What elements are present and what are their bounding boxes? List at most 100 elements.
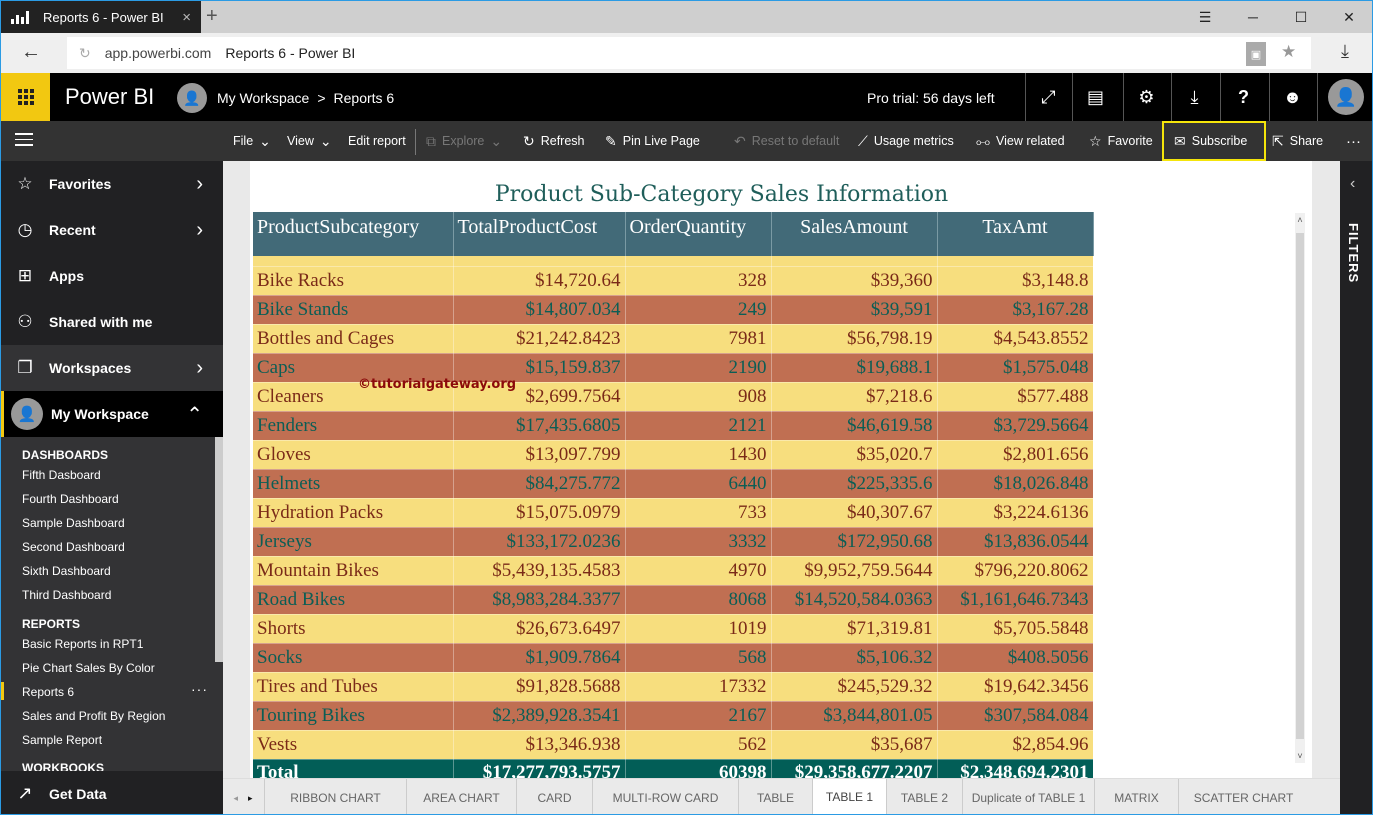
column-header[interactable]: TotalProductCost xyxy=(453,212,626,256)
report-item[interactable]: Sales and Profit By Region xyxy=(22,709,165,723)
table-row[interactable]: Bike Stands $14,807.034 249 $39,591 $3,167.2… xyxy=(253,295,1094,325)
next-page-icon[interactable]: ▸ xyxy=(248,793,253,804)
share-button[interactable]: ⇱ Share xyxy=(1272,121,1323,161)
breadcrumb-reports-6[interactable]: Reports 6 xyxy=(334,90,395,106)
lock-icon[interactable]: ▣ xyxy=(1246,42,1266,66)
page-tab[interactable]: TABLE 2 xyxy=(886,779,962,814)
table-row[interactable]: Bottles and Cages $21,242.8423 7981 $56,798… xyxy=(253,324,1094,354)
page-tab[interactable]: MATRIX xyxy=(1094,779,1178,814)
subscribe-button[interactable]: ✉ Subscribe xyxy=(1162,121,1266,161)
table-row[interactable]: Hydration Packs $15,075.0979 733 $40,307.67… xyxy=(253,498,1094,528)
usage-metrics-button[interactable]: ⟋ Usage metrics xyxy=(858,121,954,161)
maximize-icon[interactable]: ☐ xyxy=(1278,1,1324,33)
dashboard-item[interactable]: Second Dashboard xyxy=(22,540,125,554)
page-tab[interactable]: AREA CHART xyxy=(406,779,516,814)
app-launcher-waffle-icon[interactable] xyxy=(1,73,50,121)
close-window-icon[interactable]: ✕ xyxy=(1326,1,1372,33)
browser-download-icon[interactable]: ⤓ xyxy=(1341,41,1349,62)
view-related-button[interactable]: ⧟ View related xyxy=(976,121,1065,161)
chevron-left-icon[interactable]: ‹ xyxy=(1350,175,1355,193)
file-menu-button[interactable]: File ⌄ xyxy=(233,121,271,161)
report-item[interactable]: Basic Reports in RPT1 xyxy=(22,637,143,651)
feedback-smiley-icon[interactable]: ☻ xyxy=(1269,73,1315,121)
download-icon[interactable]: ⤓ xyxy=(1171,73,1217,121)
table-row[interactable]: Fenders $17,435.6805 2121 $46,619.58 $3,729.… xyxy=(253,411,1094,441)
help-icon[interactable]: ? xyxy=(1220,73,1266,121)
breadcrumb-my-workspace[interactable]: My Workspace xyxy=(217,90,309,106)
sidebar-item-shared-with-me[interactable]: ⚇ Shared with me xyxy=(1,299,223,345)
dashboard-item[interactable]: Fourth Dashboard xyxy=(22,492,119,506)
report-item[interactable]: Pie Chart Sales By Color xyxy=(22,661,155,675)
table-scrollbar[interactable]: ˄ ˅ xyxy=(1295,213,1305,763)
report-item-active[interactable]: Reports 6 xyxy=(1,682,74,700)
settings-icon[interactable]: ⚙ xyxy=(1123,73,1169,121)
brand-logo-text[interactable]: Power BI xyxy=(65,84,154,110)
page-tab[interactable]: SCATTER CHART xyxy=(1178,779,1308,814)
favorite-button[interactable]: ☆ Favorite xyxy=(1089,121,1153,161)
favorite-star-icon[interactable]: ★ xyxy=(1281,42,1296,62)
report-item[interactable]: Sample Report xyxy=(22,733,102,747)
browser-menu-icon[interactable]: ☰ xyxy=(1182,1,1228,33)
sidebar-item-label: Shared with me xyxy=(49,314,153,330)
table-row[interactable]: Socks $1,909.7864 568 $5,106.32 $408.5056 xyxy=(253,643,1094,673)
browser-tab[interactable]: Reports 6 - Power BI × xyxy=(1,1,201,33)
previous-page-icon[interactable]: ◂ xyxy=(233,793,238,804)
filters-pane[interactable]: ‹ FILTERS xyxy=(1340,161,1372,814)
column-header[interactable]: ProductSubcategory xyxy=(253,212,454,256)
report-more-options-icon[interactable]: ··· xyxy=(191,681,208,697)
table-row[interactable]: Tires and Tubes $91,828.5688 17332 $245,529… xyxy=(253,672,1094,702)
refresh-button[interactable]: ↻ Refresh xyxy=(523,121,585,161)
dashboard-item[interactable]: Sample Dashboard xyxy=(22,516,125,530)
nav-pane-toggle-hamburger-icon[interactable] xyxy=(15,133,33,150)
table-cell-salesamount: $35,687 xyxy=(771,730,938,760)
reload-icon[interactable]: ↻ xyxy=(79,45,91,62)
user-avatar[interactable]: 👤 xyxy=(1328,79,1364,115)
page-tab[interactable]: TABLE xyxy=(738,779,812,814)
explore-button[interactable]: ⧉ Explore ⌄ xyxy=(426,121,502,161)
scroll-down-icon[interactable]: ˅ xyxy=(1295,751,1305,761)
pin-live-page-button[interactable]: ✎ Pin Live Page xyxy=(605,121,700,161)
dashboard-item[interactable]: Third Dashboard xyxy=(22,588,111,602)
table-row[interactable]: Vests $13,346.938 562 $35,687 $2,854.96 xyxy=(253,730,1094,760)
sidebar-item-my-workspace[interactable]: 👤 My Workspace ⌃ xyxy=(1,391,223,437)
sidebar-item-apps[interactable]: ⊞ Apps xyxy=(1,253,223,299)
new-tab-icon[interactable]: + xyxy=(206,5,218,28)
table-row[interactable]: Touring Bikes $2,389,928.3541 2167 $3,844,8… xyxy=(253,701,1094,731)
close-tab-icon[interactable]: × xyxy=(182,9,191,26)
edit-report-button[interactable]: Edit report xyxy=(348,121,406,161)
table-row[interactable]: Road Bikes $8,983,284.3377 8068 $14,520,584… xyxy=(253,585,1094,615)
table-row[interactable]: Jerseys $133,172.0236 3332 $172,950.68 $13,8… xyxy=(253,527,1094,557)
column-header[interactable]: SalesAmount xyxy=(771,212,938,256)
dashboard-item[interactable]: Sixth Dashboard xyxy=(22,564,111,578)
table-row[interactable]: Gloves $13,097.799 1430 $35,020.7 $2,801.656 xyxy=(253,440,1094,470)
scroll-up-icon[interactable]: ˄ xyxy=(1295,215,1305,225)
page-tab[interactable]: RIBBON CHART xyxy=(264,779,406,814)
comment-icon[interactable]: ▤ xyxy=(1072,73,1118,121)
page-tab[interactable]: MULTI-ROW CARD xyxy=(592,779,738,814)
page-tab[interactable]: Duplicate of TABLE 1 xyxy=(962,779,1094,814)
more-options-icon[interactable]: ··· xyxy=(1346,121,1361,161)
page-tab[interactable]: CARD xyxy=(516,779,592,814)
sidebar-scrollbar[interactable] xyxy=(215,437,223,662)
pro-trial-status[interactable]: Pro trial: 56 days left xyxy=(867,90,995,106)
fullscreen-icon[interactable]: ⤢ xyxy=(1025,73,1071,121)
reset-to-default-button[interactable]: ↶ Reset to default xyxy=(734,121,839,161)
table-row[interactable]: Helmets $84,275.772 6440 $225,335.6 $18,026.… xyxy=(253,469,1094,499)
column-header[interactable]: TaxAmt xyxy=(937,212,1094,256)
sidebar-item-workspaces[interactable]: ❐ Workspaces › xyxy=(1,345,223,391)
url-input[interactable]: ↻ app.powerbi.com Reports 6 - Power BI xyxy=(67,37,1311,69)
back-arrow-icon[interactable]: ← xyxy=(21,41,41,64)
table-row[interactable]: Shorts $26,673.6497 1019 $71,319.81 $5,705.5… xyxy=(253,614,1094,644)
minimize-icon[interactable]: ─ xyxy=(1230,1,1276,33)
sales-table[interactable]: ProductSubcategory TotalProductCost Orde… xyxy=(253,212,1094,788)
dashboard-item[interactable]: Fifth Dasboard xyxy=(22,468,101,482)
page-tab[interactable]: TABLE 1 xyxy=(812,779,886,814)
column-header[interactable]: OrderQuantity xyxy=(625,212,772,256)
table-row[interactable]: Mountain Bikes $5,439,135.4583 4970 $9,952,… xyxy=(253,556,1094,586)
scrollbar-thumb[interactable] xyxy=(1296,233,1304,739)
get-data-button[interactable]: ↗ Get Data xyxy=(1,771,223,814)
sidebar-item-favorites[interactable]: ☆ Favorites › xyxy=(1,161,223,207)
table-row[interactable]: Bike Racks $14,720.64 328 $39,360 $3,148.8 xyxy=(253,266,1094,296)
sidebar-item-recent[interactable]: ◷ Recent › xyxy=(1,207,223,253)
view-menu-button[interactable]: View ⌄ xyxy=(287,121,332,161)
